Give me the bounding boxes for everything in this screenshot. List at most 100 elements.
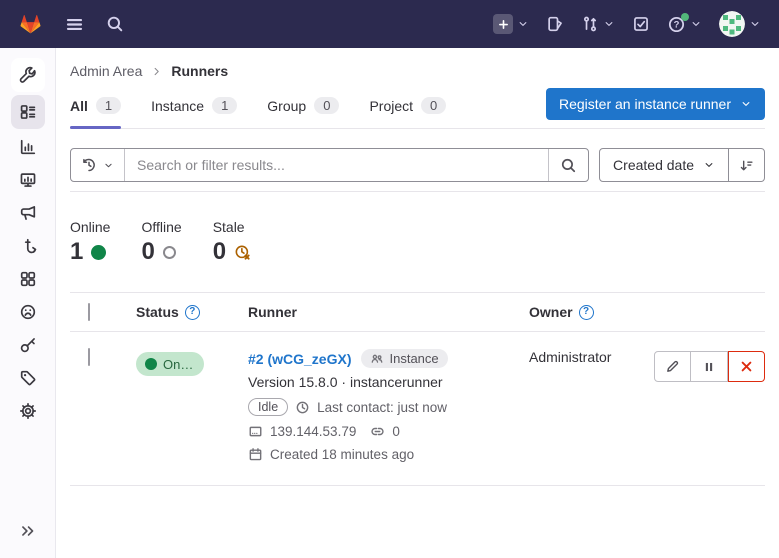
label-tag-icon — [19, 369, 37, 387]
close-x-icon — [739, 359, 754, 374]
owner-link[interactable]: Administrator — [529, 349, 611, 365]
chevron-down-icon — [103, 160, 114, 171]
search-submit-icon[interactable] — [548, 149, 588, 181]
new-menu-dropdown[interactable] — [493, 14, 529, 34]
sidebar-item-deploy-keys[interactable] — [11, 330, 45, 360]
history-clock-icon — [81, 157, 97, 173]
key-icon — [19, 336, 37, 354]
register-instance-runner-button[interactable]: Register an instance runner — [546, 88, 765, 120]
chevron-right-icon — [151, 66, 162, 77]
chevron-down-icon — [740, 98, 752, 110]
breadcrumb-admin-area[interactable]: Admin Area — [70, 63, 142, 79]
applications-grid-icon — [19, 270, 37, 288]
offline-ring-icon — [163, 246, 176, 259]
search-input[interactable] — [125, 149, 548, 181]
chevron-down-icon — [703, 159, 715, 171]
runner-type-badge: Instance — [361, 349, 447, 368]
tab-instance[interactable]: Instance 1 — [151, 85, 237, 128]
wrench-icon — [19, 66, 37, 84]
chart-icon — [19, 138, 37, 156]
tab-project[interactable]: Project 0 — [369, 85, 446, 128]
stat-online: Online 1 — [70, 219, 110, 266]
help-dropdown[interactable]: ? — [667, 15, 702, 34]
sidebar-item-overview[interactable] — [11, 95, 45, 129]
double-chevron-right-icon — [19, 522, 37, 540]
issues-icon[interactable] — [546, 15, 564, 33]
runner-version: Version 15.8.0 · instancerunner — [248, 374, 513, 390]
sort-control: Created date — [599, 148, 765, 182]
notification-dot — [681, 13, 689, 21]
pause-icon — [702, 360, 716, 374]
status-help-icon[interactable]: ? — [185, 305, 200, 320]
chevron-down-icon — [749, 18, 761, 30]
chevron-down-icon — [517, 18, 529, 30]
sidebar-item-labels[interactable] — [11, 363, 45, 393]
clock-icon — [295, 400, 310, 415]
owner-help-icon[interactable]: ? — [579, 305, 594, 320]
chevron-down-icon — [603, 18, 615, 30]
filter-bar: Created date — [70, 148, 765, 192]
sidebar-item-messages[interactable] — [11, 198, 45, 228]
filtered-search — [70, 148, 589, 182]
runner-row: Online #2 (wCG_zeGX) Instance — [70, 332, 765, 486]
chevron-down-icon — [690, 18, 702, 30]
sort-by-dropdown[interactable]: Created date — [600, 149, 728, 181]
edit-runner-button[interactable] — [654, 351, 691, 382]
megaphone-icon — [19, 204, 37, 222]
search-icon[interactable] — [106, 15, 124, 33]
runners-table: Status ? Runner Owner ? Online — [70, 292, 765, 486]
sidebar-item-settings[interactable] — [11, 396, 45, 426]
status-badge: Online — [136, 352, 204, 376]
sidebar-item-system-hooks[interactable] — [11, 231, 45, 261]
user-menu[interactable] — [719, 11, 761, 37]
pencil-icon — [665, 359, 680, 374]
search-history-dropdown[interactable] — [71, 149, 125, 181]
tab-group[interactable]: Group 0 — [267, 85, 339, 128]
sidebar-item-admin-overview[interactable] — [11, 58, 45, 92]
sort-direction-button[interactable] — [728, 149, 764, 181]
pause-runner-button[interactable] — [691, 351, 728, 382]
tab-group-count: 0 — [314, 97, 339, 114]
stat-offline: Offline 0 — [141, 219, 181, 266]
sidebar-item-applications[interactable] — [11, 264, 45, 294]
online-dot-icon — [91, 245, 106, 260]
tab-all-count: 1 — [96, 97, 121, 114]
link-icon — [370, 424, 385, 439]
sidebar-item-monitoring[interactable] — [11, 165, 45, 195]
sidebar-item-analytics[interactable] — [11, 132, 45, 162]
merge-requests-dropdown[interactable] — [581, 15, 615, 33]
row-checkbox[interactable] — [88, 348, 90, 366]
calendar-icon — [248, 447, 263, 462]
tab-project-count: 0 — [421, 97, 446, 114]
created-text: Created 18 minutes ago — [270, 447, 414, 462]
user-avatar — [719, 11, 745, 37]
breadcrumb: Admin Area Runners — [70, 48, 765, 79]
table-header-row: Status ? Runner Owner ? — [70, 293, 765, 332]
ip-address-text: 139.144.53.79 — [270, 424, 356, 439]
gear-icon — [19, 402, 37, 420]
dashboard-list-icon — [19, 103, 37, 121]
select-all-checkbox[interactable] — [88, 303, 90, 321]
people-icon — [370, 352, 384, 366]
menu-icon[interactable] — [65, 15, 84, 34]
monitor-icon — [19, 171, 37, 189]
runner-stats: Online 1 Offline 0 Stale 0 — [70, 219, 765, 266]
sidebar-expand-toggle[interactable] — [11, 516, 45, 546]
stat-stale: Stale 0 — [213, 219, 251, 266]
todos-icon[interactable] — [632, 15, 650, 33]
ip-address-icon — [248, 424, 263, 439]
gitlab-logo-icon[interactable] — [18, 12, 43, 36]
runner-link[interactable]: #2 (wCG_zeGX) — [248, 351, 351, 367]
merge-request-icon — [581, 15, 599, 33]
top-navbar: ? — [0, 0, 779, 48]
sort-descending-icon — [739, 158, 754, 173]
delete-runner-button[interactable] — [728, 351, 765, 382]
breadcrumb-runners: Runners — [171, 63, 228, 79]
tab-all[interactable]: All 1 — [70, 85, 121, 128]
frown-face-icon — [19, 303, 37, 321]
svg-text:?: ? — [674, 19, 680, 30]
sidebar-item-abuse-reports[interactable] — [11, 297, 45, 327]
hook-icon — [19, 237, 37, 255]
runner-type-tabs: All 1 Instance 1 Group 0 Project 0 Regis… — [70, 85, 765, 129]
online-dot-icon — [145, 358, 157, 370]
